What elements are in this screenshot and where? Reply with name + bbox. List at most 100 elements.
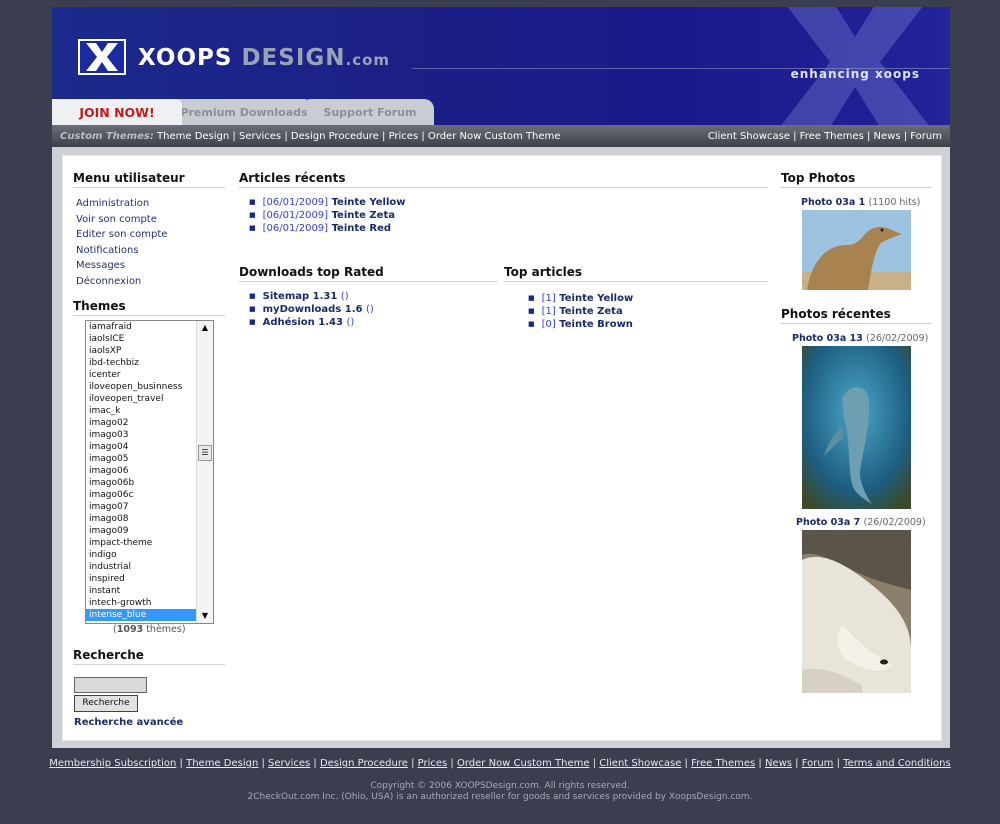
scroll-up-arrow-icon[interactable]: ▲ (197, 321, 213, 335)
polar-bear-photo[interactable] (802, 530, 911, 693)
top-nav-bar: Custom Themes: Theme Design | Services |… (52, 125, 950, 147)
nav-prices[interactable]: Prices (389, 131, 419, 142)
footer-client-showcase[interactable]: Client Showcase (599, 758, 681, 769)
user-menu: Administration Voir son compte Editer so… (76, 196, 167, 289)
list-item[interactable]: myDownloads 1.6 () (249, 303, 374, 316)
themes-scrollbar[interactable]: ▲ ☰ ▼ (196, 321, 213, 623)
list-item[interactable]: [1] Teinte Zeta (528, 305, 633, 318)
themes-option[interactable]: ibd-techbiz (86, 357, 213, 369)
footer-news[interactable]: News (765, 758, 792, 769)
nav-client-showcase[interactable]: Client Showcase (708, 131, 790, 142)
menu-item-messages[interactable]: Messages (76, 258, 167, 274)
search-button[interactable]: Recherche (74, 695, 138, 712)
recent-articles-title: Articles récents (239, 171, 768, 188)
list-item[interactable]: [06/01/2009] Teinte Red (249, 222, 406, 235)
header-tabs: Support Forum Premium Downloads JOIN NOW… (52, 99, 950, 125)
themes-option[interactable]: iaolsICE (86, 333, 213, 345)
advanced-search-link[interactable]: Recherche avancée (74, 717, 183, 728)
themes-option[interactable]: imago04 (86, 441, 213, 453)
footer-free-themes[interactable]: Free Themes (691, 758, 755, 769)
themes-listbox[interactable]: iamafraid iaolsICE iaolsXP ibd-techbiz icent… (85, 320, 214, 624)
footer-membership-subscription[interactable]: Membership Subscription (49, 758, 176, 769)
themes-items: iamafraid iaolsICE iaolsXP ibd-techbiz icent… (86, 321, 213, 621)
themes-option[interactable]: iaolsXP (86, 345, 213, 357)
themes-option[interactable]: iloveopen_businness (86, 381, 213, 393)
list-item[interactable]: Sitemap 1.31 () (249, 290, 374, 303)
themes-option[interactable]: imago05 (86, 453, 213, 465)
themes-option[interactable]: imago08 (86, 513, 213, 525)
camel-photo[interactable] (802, 210, 911, 290)
themes-option[interactable]: imago06c (86, 489, 213, 501)
nav-custom-themes-label: Custom Themes: (60, 130, 154, 142)
nav-right: Client Showcase | Free Themes | News | F… (707, 130, 942, 142)
page-frame: XOOPS DESIGN.com enhancing xoops Support… (52, 7, 950, 748)
menu-item-view-account[interactable]: Voir son compte (76, 212, 167, 228)
list-item[interactable]: Adhésion 1.43 () (249, 316, 374, 329)
list-item[interactable]: [0] Teinte Brown (528, 318, 633, 331)
main-content: Menu utilisateur Administration Voir son… (62, 155, 942, 741)
footer-order-now[interactable]: Order Now Custom Theme (457, 758, 590, 769)
nav-news[interactable]: News (874, 131, 901, 142)
footer-prices[interactable]: Prices (418, 758, 448, 769)
themes-option[interactable]: icenter (86, 369, 213, 381)
footer-links: Membership Subscription | Theme Design |… (49, 758, 951, 769)
footer-services[interactable]: Services (268, 758, 310, 769)
nav-theme-design[interactable]: Theme Design (157, 131, 229, 142)
scroll-down-arrow-icon[interactable]: ▼ (197, 609, 213, 623)
menu-item-notifications[interactable]: Notifications (76, 243, 167, 259)
themes-option[interactable]: imago03 (86, 429, 213, 441)
themes-option[interactable]: imago07 (86, 501, 213, 513)
themes-option[interactable]: instant (86, 585, 213, 597)
recent-photos-title: Photos récentes (781, 307, 931, 324)
themes-option[interactable]: imago06 (86, 465, 213, 477)
themes-option[interactable]: iamafraid (86, 321, 213, 333)
nav-design-procedure[interactable]: Design Procedure (291, 131, 379, 142)
themes-option[interactable]: impact-theme (86, 537, 213, 549)
downloads-list: Sitemap 1.31 () myDownloads 1.6 () Adhés… (249, 290, 374, 329)
search-input[interactable] (74, 677, 147, 693)
dolphin-photo[interactable] (802, 346, 911, 509)
recent-articles-list: [06/01/2009] Teinte Yellow [06/01/2009] … (249, 196, 406, 235)
nav-services[interactable]: Services (239, 131, 281, 142)
tab-join-now[interactable]: JOIN NOW! (52, 99, 182, 125)
themes-count: (1093 thèmes) (113, 624, 186, 635)
list-item[interactable]: [06/01/2009] Teinte Zeta (249, 209, 406, 222)
footer-copyright: Copyright © 2006 XOOPSDesign.com. All ri… (0, 781, 1000, 803)
nav-order-now[interactable]: Order Now Custom Theme (428, 131, 561, 142)
recent-photo-caption-2[interactable]: Photo 03a 7 (26/02/2009) (796, 517, 926, 528)
themes-option[interactable]: industrial (86, 561, 213, 573)
scroll-thumb[interactable]: ☰ (198, 445, 212, 461)
tab-premium-downloads[interactable]: Premium Downloads (174, 99, 314, 125)
themes-option[interactable]: imago02 (86, 417, 213, 429)
themes-option[interactable]: iloveopen_travel (86, 393, 213, 405)
themes-option[interactable]: imac_k (86, 405, 213, 417)
themes-option[interactable]: intech-growth (86, 597, 213, 609)
nav-free-themes[interactable]: Free Themes (800, 131, 864, 142)
recent-photo-caption-1[interactable]: Photo 03a 13 (26/02/2009) (792, 333, 928, 344)
top-articles-title: Top articles (504, 265, 768, 282)
copyright-text: Copyright © 2006 XOOPSDesign.com. All ri… (370, 781, 630, 791)
list-item[interactable]: [06/01/2009] Teinte Yellow (249, 196, 406, 209)
top-photos-title: Top Photos (781, 171, 931, 188)
menu-item-administration[interactable]: Administration (76, 196, 167, 212)
themes-option[interactable]: indigo (86, 549, 213, 561)
themes-option[interactable]: imago06b (86, 477, 213, 489)
themes-option[interactable]: imago09 (86, 525, 213, 537)
themes-title: Themes (73, 299, 225, 316)
footer-terms[interactable]: Terms and Conditions (843, 758, 951, 769)
footer-theme-design[interactable]: Theme Design (186, 758, 258, 769)
footer-forum[interactable]: Forum (802, 758, 834, 769)
logo-x-icon[interactable] (78, 39, 126, 75)
themes-option[interactable]: inspired (86, 573, 213, 585)
site-logo[interactable]: XOOPS DESIGN.com (138, 45, 390, 71)
menu-item-edit-account[interactable]: Editer son compte (76, 227, 167, 243)
user-menu-title: Menu utilisateur (73, 171, 225, 188)
nav-forum[interactable]: Forum (910, 131, 942, 142)
footer-design-procedure[interactable]: Design Procedure (320, 758, 408, 769)
tab-support-forum[interactable]: Support Forum (306, 99, 434, 125)
nav-left: Custom Themes: Theme Design | Services |… (60, 130, 561, 142)
menu-item-logout[interactable]: Déconnexion (76, 274, 167, 290)
top-photo-caption[interactable]: Photo 03a 1 (1100 hits) (801, 197, 920, 208)
list-item[interactable]: [1] Teinte Yellow (528, 292, 634, 305)
themes-option[interactable]: intense_blue (86, 609, 213, 621)
